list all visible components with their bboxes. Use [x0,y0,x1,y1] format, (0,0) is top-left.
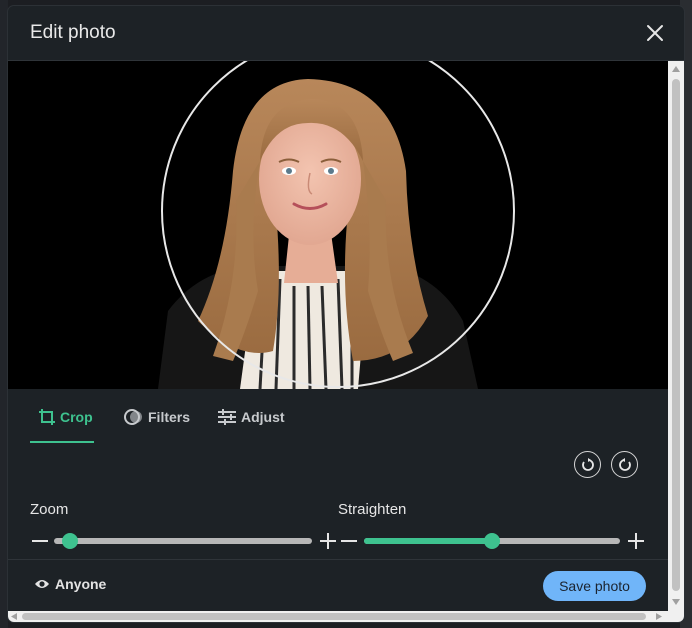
eye-icon [35,580,49,588]
minus-icon [341,540,357,542]
adjust-icon [218,409,236,425]
edit-tabs: Crop Filters Adjust [8,389,668,445]
zoom-increase-button[interactable] [318,531,338,551]
tab-filters[interactable]: Filters [124,389,190,445]
vertical-scrollbar-thumb[interactable] [672,79,680,591]
tab-adjust-label: Adjust [241,409,285,425]
zoom-slider[interactable] [54,533,312,549]
visibility-label: Anyone [55,576,107,592]
edit-photo-dialog: Edit photo Crop Filters Adjust Zoom Stra… [8,6,684,622]
plus-icon [628,533,644,549]
scroll-up-arrow-icon [672,66,680,72]
tab-crop[interactable]: Crop [38,389,93,445]
scroll-left-arrow-icon [11,613,17,620]
tab-filters-label: Filters [148,409,191,425]
tab-adjust[interactable]: Adjust [217,389,285,445]
rotate-left-button[interactable] [574,451,601,478]
dialog-content: Crop Filters Adjust Zoom Straighten Anyo… [8,61,668,611]
active-tab-indicator [30,441,94,443]
straighten-slider-fill [364,538,492,544]
plus-icon [320,533,336,549]
straighten-increase-button[interactable] [626,531,646,551]
scroll-down-arrow-icon [672,599,680,605]
portrait-photo [158,61,515,389]
close-button[interactable] [638,16,672,50]
zoom-label: Zoom [30,501,69,518]
zoom-decrease-button[interactable] [30,531,50,551]
close-icon [647,25,663,41]
filters-icon [124,409,142,425]
visibility-selector[interactable]: Anyone [34,576,106,592]
minus-icon [32,540,48,542]
dialog-header: Edit photo [8,6,684,61]
scroll-right-arrow-icon [656,613,662,620]
straighten-decrease-button[interactable] [339,531,359,551]
rotate-right-icon [618,457,631,471]
crop-icon [39,409,55,425]
dialog-title: Edit photo [30,22,116,43]
rotate-left-icon [581,457,594,471]
vertical-scrollbar[interactable] [668,61,684,611]
dialog-footer: Anyone Save photo [8,559,668,611]
horizontal-scrollbar-thumb[interactable] [22,613,646,620]
straighten-slider-thumb[interactable] [484,533,500,549]
tab-crop-label: Crop [60,409,93,425]
save-photo-button[interactable]: Save photo [543,571,646,601]
background-left-edge [0,0,8,628]
straighten-slider[interactable] [364,533,620,549]
zoom-slider-thumb[interactable] [62,533,78,549]
straighten-label: Straighten [338,501,407,518]
photo-preview[interactable] [8,61,668,389]
horizontal-scrollbar[interactable] [8,611,684,622]
rotate-right-button[interactable] [611,451,638,478]
